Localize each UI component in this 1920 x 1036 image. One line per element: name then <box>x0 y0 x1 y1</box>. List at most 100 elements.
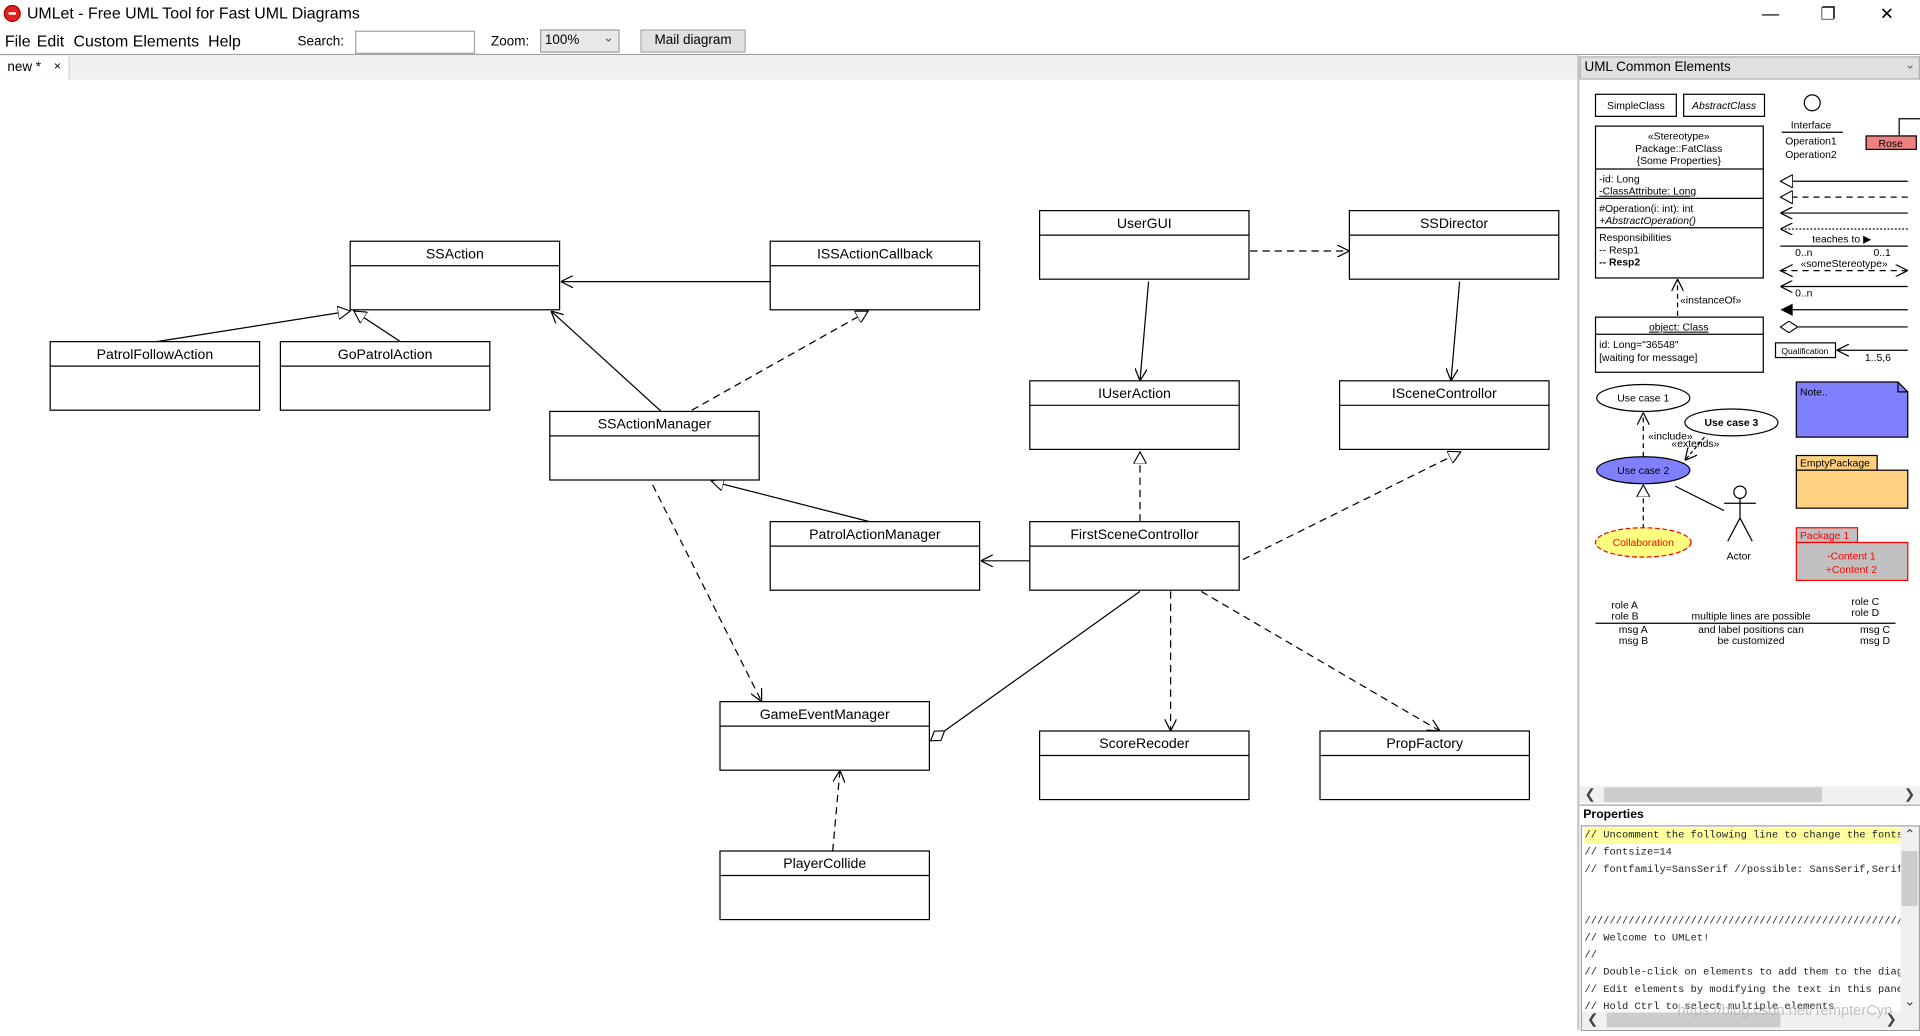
edge-dependency[interactable] <box>832 770 840 852</box>
zoom-label: Zoom: <box>491 34 530 49</box>
class-box-patrol-action-manager[interactable]: PatrolActionManager <box>769 521 981 591</box>
palette-horizontal-scrollbar[interactable]: ❮ ❯ <box>1579 786 1920 804</box>
object-line2: [waiting for message] <box>1599 353 1697 364</box>
fat-class-resp: Responsibilities <box>1599 233 1671 244</box>
palette-object[interactable]: object: Class id: Long="36548" [waiting … <box>1594 316 1764 373</box>
palette-abstract-class[interactable]: AbstractClass <box>1683 93 1766 117</box>
edge-association[interactable] <box>551 311 662 412</box>
palette-simple-class[interactable]: SimpleClass <box>1594 93 1677 117</box>
tab-new[interactable]: new * × <box>0 56 70 80</box>
instance-of-label: «instanceOf» <box>1680 296 1741 307</box>
class-name: PatrolFollowAction <box>97 346 214 362</box>
filled-arrow-icon <box>1780 303 1793 316</box>
palette-use-case-1[interactable]: Use case 1 <box>1596 383 1691 413</box>
palette-empty-package[interactable]: EmptyPackage <box>1795 454 1909 509</box>
restore-icon[interactable]: ❐ <box>1804 2 1853 24</box>
palette-instance-of[interactable]: «instanceOf» <box>1678 279 1742 316</box>
scroll-up-icon[interactable]: ⌃ <box>1904 827 1915 844</box>
msg-d: msg D <box>1860 636 1890 647</box>
palette-note[interactable]: Note.. <box>1795 381 1909 438</box>
class-name: FirstSceneControllor <box>1070 526 1199 542</box>
menu-file[interactable]: File <box>5 32 31 50</box>
class-box-issaction-callback[interactable]: ISSActionCallback <box>769 240 981 311</box>
class-box-patrol-follow-action[interactable]: PatrolFollowAction <box>49 341 261 411</box>
edge-association[interactable] <box>1140 281 1150 381</box>
palette-package-1[interactable]: Package 1 -Content 1 +Content 2 <box>1795 527 1909 582</box>
class-box-player-collide[interactable]: PlayerCollide <box>719 850 931 921</box>
zoom-value: 100% <box>544 33 580 48</box>
palette-actor-link[interactable] <box>1674 485 1725 512</box>
class-diagram[interactable]: SSAction ISSActionCallback PatrolFollowAct… <box>0 80 1577 1030</box>
seq-mid3: be customized <box>1718 636 1785 647</box>
scroll-left-icon[interactable]: ❮ <box>1584 786 1595 802</box>
class-name: SSActionManager <box>598 416 712 432</box>
edge-dependency[interactable] <box>652 484 762 702</box>
properties-line: // fontsize=14 <box>1584 846 1672 859</box>
role-b: role B <box>1611 612 1638 623</box>
window-title: UMLet - Free UML Tool for Fast UML Diagr… <box>26 3 360 23</box>
properties-line: // Uncomment the following line to chang… <box>1584 827 1901 844</box>
edge-dependency[interactable] <box>1200 590 1440 731</box>
edge-realization[interactable] <box>1242 452 1461 561</box>
role-a: role A <box>1611 601 1638 612</box>
palette-interface[interactable]: Interface Operation1 Operation2 <box>1781 94 1843 161</box>
edge-generalization[interactable] <box>354 311 401 343</box>
class-box-ssdirector[interactable]: SSDirector <box>1348 210 1560 280</box>
edge-aggregation[interactable] <box>931 590 1141 740</box>
palette-qualification[interactable]: Qualification 1..5,6 <box>1774 342 1908 364</box>
qualification-label: Qualification <box>1781 346 1828 356</box>
class-box-score-recoder[interactable]: ScoreRecoder <box>1038 730 1250 801</box>
properties-line: // fontfamily=SansSerif //possible: Sans… <box>1584 863 1900 876</box>
close-icon[interactable]: ✕ <box>1862 2 1911 24</box>
menu-help[interactable]: Help <box>208 32 241 50</box>
menu-edit[interactable]: Edit <box>37 32 64 50</box>
edge-realization[interactable] <box>691 311 868 411</box>
class-box-user-gui[interactable]: UserGUI <box>1038 210 1250 280</box>
scrollbar-thumb[interactable] <box>1901 851 1918 907</box>
class-box-first-scene-controllor[interactable]: FirstSceneControllor <box>1029 521 1240 591</box>
palette-use-case-3[interactable]: Use case 3 <box>1684 408 1779 437</box>
search-input[interactable] <box>355 30 476 54</box>
edge-generalization[interactable] <box>711 481 870 523</box>
palette-rose[interactable]: Rose <box>1865 118 1920 151</box>
class-box-ssaction-manager[interactable]: SSActionManager <box>549 410 760 481</box>
scrollbar-thumb[interactable] <box>1604 787 1823 803</box>
palette-select[interactable]: UML Common Elements ⌄ <box>1579 56 1920 80</box>
edge-association[interactable] <box>1451 281 1461 381</box>
object-line1: id: Long="36548" <box>1599 340 1679 351</box>
teaches-label: teaches to ▶ <box>1812 234 1871 245</box>
class-box-game-event-manager[interactable]: GameEventManager <box>719 701 931 771</box>
palette-fat-class[interactable]: «Stereotype» Package::FatClass {Some Pro… <box>1594 125 1764 279</box>
class-name: GoPatrolAction <box>338 346 433 362</box>
mail-diagram-button[interactable]: Mail diagram <box>640 29 746 53</box>
class-box-iuser-action[interactable]: IUserAction <box>1029 380 1240 451</box>
diagram-canvas[interactable]: SSAction ISSActionCallback PatrolFollowAct… <box>0 79 1578 1030</box>
class-box-prop-factory[interactable]: PropFactory <box>1319 730 1531 801</box>
zoom-select[interactable]: 100% ⌄ <box>540 29 620 53</box>
class-name: SSDirector <box>1420 215 1488 231</box>
palette-elements[interactable]: SimpleClass AbstractClass Interface Opera… <box>1580 78 1920 786</box>
class-box-ssaction[interactable]: SSAction <box>349 240 561 311</box>
palette-use-case-2[interactable]: Use case 2 <box>1596 456 1691 485</box>
class-box-go-patrol-action[interactable]: GoPatrolAction <box>279 341 491 411</box>
menu-custom-elements[interactable]: Custom Elements <box>73 32 199 50</box>
class-name: SSAction <box>426 245 484 261</box>
palette-actor[interactable] <box>1724 485 1756 542</box>
properties-editor[interactable]: // Uncomment the following line to chang… <box>1580 825 1920 1032</box>
class-name: ISceneControllor <box>1392 385 1497 401</box>
palette-collaboration[interactable]: Collaboration <box>1594 527 1692 558</box>
tab-close-icon[interactable]: × <box>54 60 61 73</box>
palette-sequence-message[interactable]: role A role B role C role D multiple lin… <box>1595 597 1896 647</box>
scroll-left-icon[interactable]: ❮ <box>1587 1011 1598 1029</box>
fat-class-props: {Some Properties} <box>1637 156 1722 167</box>
minimize-icon[interactable]: — <box>1746 2 1795 24</box>
scroll-down-icon[interactable]: ⌄ <box>1904 993 1915 1011</box>
properties-vertical-scrollbar[interactable]: ⌃ ⌄ <box>1900 826 1919 1012</box>
fat-class-resp1: -- Resp1 <box>1599 245 1639 256</box>
collaboration-label: Collaboration <box>1613 538 1674 549</box>
search-label: Search: <box>297 34 344 49</box>
scroll-right-icon[interactable]: ❯ <box>1904 786 1915 802</box>
edge-generalization[interactable] <box>156 311 350 343</box>
palette-title: UML Common Elements <box>1584 60 1731 75</box>
class-box-iscene-controllor[interactable]: ISceneControllor <box>1338 380 1550 451</box>
